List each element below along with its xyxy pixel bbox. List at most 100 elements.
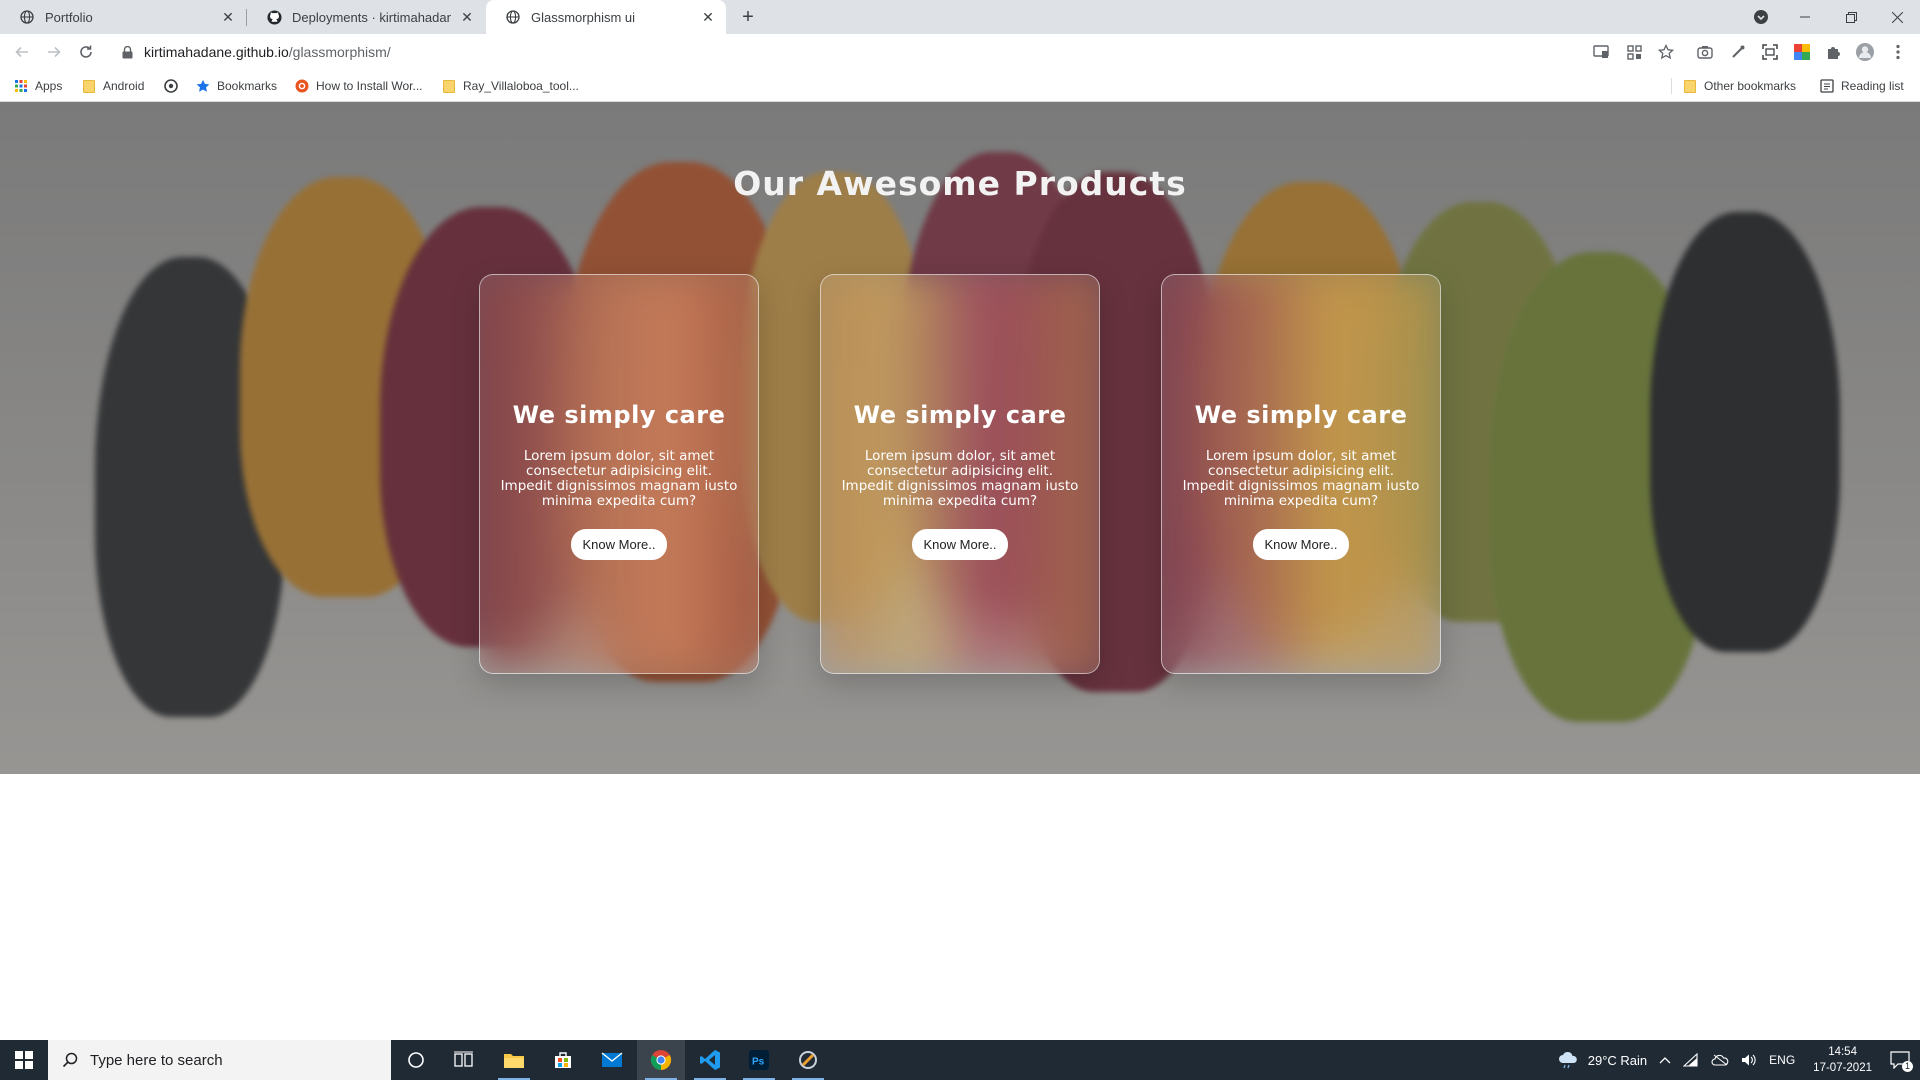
windows-taskbar: Type here to search Ps 29°C Rain ENG 14:…: [0, 1040, 1920, 1080]
know-more-button[interactable]: Know More..: [911, 529, 1009, 560]
reading-list-button[interactable]: Reading list: [1820, 77, 1904, 95]
volume-icon[interactable]: [1741, 1053, 1757, 1067]
browser-toolbar: kirtimahadane.github.io/glassmorphism/: [0, 34, 1920, 70]
bookmark-label: Apps: [35, 79, 63, 93]
taskbar-app[interactable]: [784, 1040, 832, 1080]
bookmark-label: Reading list: [1841, 79, 1904, 93]
input-language[interactable]: ENG: [1769, 1053, 1795, 1067]
cortana-button[interactable]: [392, 1040, 440, 1080]
tab-title: Deployments · kirtimahadane/gla: [292, 9, 451, 25]
tab-portfolio[interactable]: Portfolio ✕: [0, 0, 246, 34]
clock-date: 17-07-2021: [1813, 1062, 1872, 1074]
network-icon[interactable]: [1683, 1053, 1699, 1067]
bookmark-other[interactable]: Other bookmarks: [1683, 77, 1796, 95]
tab-search-icon[interactable]: [1738, 0, 1784, 34]
tab-strip: Portfolio ✕ Deployments · kirtimahadane/…: [0, 0, 1920, 34]
start-button[interactable]: [0, 1040, 48, 1080]
card-body: Lorem ipsum dolor, sit amet consectetur …: [1182, 448, 1420, 509]
tab-deployments[interactable]: Deployments · kirtimahadane/gla ✕: [247, 0, 485, 34]
folder-icon: [82, 79, 96, 93]
know-more-button[interactable]: Know More..: [570, 529, 668, 560]
tab-glassmorphism[interactable]: Glassmorphism ui ✕: [486, 0, 726, 34]
back-icon[interactable]: [8, 38, 36, 66]
product-card: We simply care Lorem ipsum dolor, sit am…: [1161, 274, 1441, 674]
cast-icon[interactable]: [1591, 42, 1611, 62]
card-body: Lorem ipsum dolor, sit amet consectetur …: [841, 448, 1079, 509]
bookmark-web[interactable]: [164, 77, 185, 95]
app-icon: [799, 1051, 817, 1069]
taskbar-search-box[interactable]: Type here to search: [48, 1040, 391, 1080]
bookmark-ray-villaloboa[interactable]: Ray_Villaloboa_tool...: [442, 77, 579, 95]
bookmark-label: Other bookmarks: [1704, 79, 1797, 93]
notification-center-button[interactable]: 1: [1890, 1051, 1913, 1072]
url-path: /glassmorphism/: [288, 44, 391, 60]
vscode-icon: [700, 1050, 720, 1070]
taskbar-chrome[interactable]: [637, 1040, 685, 1080]
taskbar-photoshop[interactable]: Ps: [735, 1040, 783, 1080]
taskbar-store[interactable]: [539, 1040, 587, 1080]
minimize-icon[interactable]: [1782, 0, 1828, 34]
clock[interactable]: 14:54 17-07-2021: [1813, 1044, 1872, 1076]
eyedropper-icon[interactable]: [1728, 42, 1748, 62]
bookmarks-bar: Apps Android Bookmarks How to Install Wo…: [0, 70, 1920, 102]
extensions-puzzle-icon[interactable]: [1824, 42, 1844, 62]
color-palette-extension-icon[interactable]: [1792, 42, 1812, 62]
close-icon[interactable]: ✕: [220, 9, 236, 25]
product-card: We simply care Lorem ipsum dolor, sit am…: [820, 274, 1100, 674]
close-window-icon[interactable]: [1874, 0, 1920, 34]
rain-cloud-icon: [1558, 1051, 1577, 1069]
bookmark-bookmarks[interactable]: Bookmarks: [196, 77, 277, 95]
taskbar-mail[interactable]: [588, 1040, 636, 1080]
bookmark-install-wordpress[interactable]: How to Install Wor...: [295, 77, 422, 95]
bookmarks-divider: [1671, 78, 1672, 94]
bookmark-star-icon[interactable]: [1656, 42, 1676, 62]
bookmark-label: Bookmarks: [217, 79, 278, 93]
bookmark-label: How to Install Wor...: [316, 79, 423, 93]
camera-icon[interactable]: [1695, 42, 1715, 62]
globe-icon: [505, 9, 521, 25]
new-tab-button[interactable]: +: [736, 5, 760, 29]
restore-icon[interactable]: [1828, 0, 1874, 34]
reload-icon[interactable]: [72, 38, 100, 66]
qr-code-icon[interactable]: [1624, 42, 1644, 62]
taskbar-file-explorer[interactable]: [490, 1040, 538, 1080]
card-heading: We simply care: [512, 401, 726, 429]
lock-icon[interactable]: [122, 45, 136, 59]
folder-icon: [1683, 79, 1697, 93]
address-bar[interactable]: kirtimahadane.github.io/glassmorphism/: [110, 38, 1670, 66]
know-more-button[interactable]: Know More..: [1252, 529, 1350, 560]
photoshop-icon: Ps: [749, 1050, 769, 1070]
forward-icon[interactable]: [40, 38, 68, 66]
chrome-web-icon: [164, 79, 178, 93]
close-icon[interactable]: ✕: [459, 9, 475, 25]
bookmark-label: Android: [103, 79, 145, 93]
card-heading: We simply care: [853, 401, 1067, 429]
globe-icon: [19, 9, 35, 25]
onedrive-icon[interactable]: [1711, 1054, 1729, 1066]
task-view-button[interactable]: [440, 1040, 488, 1080]
ubuntu-icon: [295, 79, 309, 93]
apps-grid-icon: [14, 79, 28, 93]
tab-title: Portfolio: [45, 9, 93, 25]
notification-badge: 1: [1902, 1061, 1913, 1072]
search-placeholder: Type here to search: [90, 1051, 223, 1069]
weather-text: 29°C Rain: [1587, 1052, 1648, 1068]
more-menu-icon[interactable]: [1888, 42, 1908, 62]
windows-logo-icon: [15, 1051, 33, 1069]
bookmark-apps[interactable]: Apps: [14, 77, 62, 95]
store-icon: [555, 1052, 571, 1068]
file-explorer-icon: [504, 1054, 524, 1068]
profile-avatar-icon[interactable]: [1855, 42, 1875, 62]
search-icon: [62, 1052, 78, 1068]
close-icon[interactable]: ✕: [700, 9, 716, 25]
bookmark-android[interactable]: Android: [82, 77, 144, 95]
weather-widget[interactable]: 29°C Rain: [1558, 1051, 1647, 1069]
chevron-up-icon[interactable]: [1659, 1056, 1671, 1064]
reading-list-icon: [1820, 79, 1834, 93]
system-tray: 29°C Rain ENG 14:54 17-07-2021 1: [1552, 1040, 1920, 1080]
card-heading: We simply care: [1194, 401, 1408, 429]
page-title: Our Awesome Products: [733, 164, 1187, 203]
taskbar-vscode[interactable]: [686, 1040, 734, 1080]
screenshot-icon[interactable]: [1760, 42, 1780, 62]
card-body: Lorem ipsum dolor, sit amet consectetur …: [500, 448, 738, 509]
